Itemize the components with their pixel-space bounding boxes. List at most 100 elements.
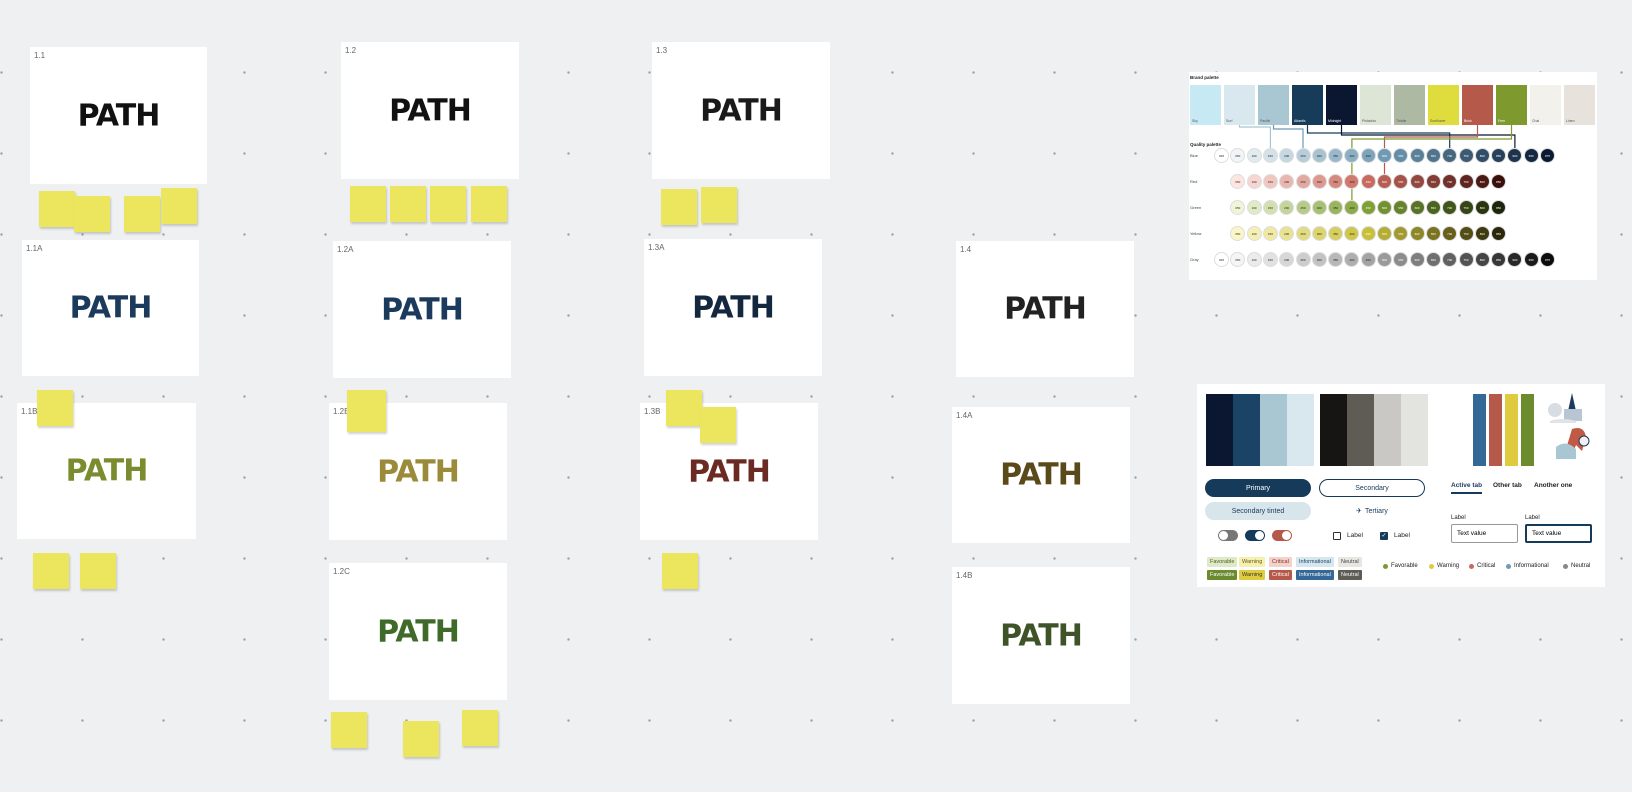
status-tag-neutral: Neutral: [1338, 557, 1362, 567]
color-step-yellow: 100: [1246, 226, 1262, 241]
dot-label: Neutral: [1571, 563, 1591, 569]
design-system-frame[interactable]: Primary Secondary Secondary tinted ✈ Ter…: [1197, 384, 1605, 587]
sticky-note[interactable]: [701, 187, 737, 223]
text-input-focused[interactable]: Text value: [1525, 524, 1592, 543]
frame-1-2[interactable]: 1.2 PATH: [341, 42, 519, 179]
color-step-blue: 025: [1214, 148, 1229, 163]
frame-1-4[interactable]: 1.4 PATH: [956, 241, 1134, 377]
color-step-green: 150: [1262, 200, 1278, 215]
path-logo: PATH: [700, 93, 783, 128]
color-step-gray: 350: [1328, 252, 1344, 267]
frame-1-3[interactable]: 1.3 PATH: [652, 42, 830, 179]
quality-row-label: Gray: [1190, 257, 1199, 262]
tab-another[interactable]: Another one: [1534, 482, 1572, 489]
input-label: Label: [1525, 515, 1540, 521]
path-logo: PATH: [688, 454, 771, 489]
accent-swatch: [1473, 394, 1486, 466]
frame-1-3a[interactable]: 1.3A PATH: [644, 239, 822, 376]
color-step-yellow: 150: [1262, 226, 1278, 241]
frame-1-4b[interactable]: 1.4B PATH: [952, 567, 1130, 704]
frame-1-1[interactable]: 1.1 PATH: [30, 47, 207, 184]
frame-label: 1.3: [656, 46, 668, 55]
sticky-note[interactable]: [662, 553, 698, 589]
color-step-blue: 800: [1474, 148, 1490, 163]
toggle-off[interactable]: [1218, 530, 1238, 541]
ui-swatch: [1320, 394, 1347, 466]
sticky-note[interactable]: [33, 553, 69, 589]
color-step-green: 600: [1409, 200, 1425, 215]
ui-swatch: [1206, 394, 1233, 466]
status-tag-favorable: Favorable: [1207, 557, 1238, 567]
color-step-yellow: 350: [1328, 226, 1344, 241]
status-dot-favorable: Favorable: [1383, 563, 1418, 569]
accent-swatch: [1521, 394, 1534, 466]
sticky-note[interactable]: [124, 196, 160, 232]
sticky-note[interactable]: [347, 390, 386, 432]
status-tag-critical: Critical: [1269, 557, 1292, 567]
toggle-on-blue[interactable]: [1245, 530, 1265, 541]
ui-swatch: [1233, 394, 1260, 466]
color-step-blue: 600: [1409, 148, 1425, 163]
color-step-blue: 950: [1523, 148, 1539, 163]
path-logo: PATH: [1000, 618, 1083, 653]
frame-1-1a[interactable]: 1.1A PATH: [22, 240, 199, 376]
sticky-note[interactable]: [80, 553, 116, 589]
sticky-note[interactable]: [430, 186, 466, 222]
sticky-note[interactable]: [403, 721, 439, 757]
status-tag-informational: Informational: [1296, 570, 1334, 580]
status-tag-critical: Critical: [1269, 570, 1292, 580]
primary-button[interactable]: Primary: [1205, 479, 1311, 497]
color-step-gray: 025: [1214, 252, 1229, 267]
sticky-note[interactable]: [666, 390, 702, 426]
checkbox-unchecked[interactable]: [1333, 532, 1341, 540]
color-step-gray: 650: [1425, 252, 1441, 267]
color-step-green: 650: [1425, 200, 1441, 215]
sticky-note[interactable]: [350, 186, 386, 222]
sticky-note[interactable]: [390, 186, 426, 222]
sticky-note[interactable]: [331, 712, 367, 748]
sticky-note[interactable]: [462, 710, 498, 746]
frame-1-2c[interactable]: 1.2C PATH: [329, 563, 507, 700]
sticky-note[interactable]: [161, 188, 197, 224]
color-step-yellow: 750: [1458, 226, 1474, 241]
airplane-icon: ✈: [1356, 508, 1362, 515]
color-step-gray: 500: [1377, 252, 1392, 267]
color-step-yellow: 800: [1474, 226, 1490, 241]
status-dot-neutral: Neutral: [1563, 563, 1590, 569]
text-input[interactable]: Text value: [1451, 524, 1518, 543]
sticky-note[interactable]: [74, 196, 110, 232]
dot-icon: [1383, 563, 1388, 569]
palette-frame[interactable]: Brand palette Sky Surf Pacific Atlantic Midn…: [1189, 72, 1597, 280]
status-tag-warning: Warning: [1239, 570, 1266, 580]
ui-swatch: [1287, 394, 1314, 466]
sticky-note[interactable]: [471, 186, 507, 222]
checkbox-checked[interactable]: ✓: [1380, 532, 1388, 540]
quality-row-label: Green: [1190, 205, 1202, 210]
color-step-yellow: 600: [1409, 226, 1425, 241]
toggle-on-red[interactable]: [1272, 530, 1292, 541]
path-logo: PATH: [1004, 291, 1087, 327]
frame-label: 1.4: [960, 245, 972, 254]
path-logo: PATH: [377, 614, 460, 649]
connector-line: [1238, 125, 1271, 148]
tertiary-button[interactable]: ✈ Tertiary: [1319, 502, 1425, 520]
sticky-note[interactable]: [700, 407, 736, 443]
ui-swatch: [1260, 394, 1287, 466]
color-step-yellow: 650: [1425, 226, 1441, 241]
sticky-note[interactable]: [661, 189, 697, 225]
tab-active[interactable]: Active tab: [1451, 482, 1483, 494]
checkbox-label: Label: [1394, 532, 1410, 539]
color-step-red: 250: [1295, 174, 1311, 189]
frame-label: 1.2: [345, 46, 357, 55]
color-step-green: 250: [1295, 200, 1311, 215]
frame-1-4a[interactable]: 1.4A PATH: [952, 407, 1130, 543]
frame-1-2a[interactable]: 1.2A PATH: [333, 241, 511, 378]
secondary-tinted-button[interactable]: Secondary tinted: [1205, 502, 1311, 520]
color-step-red: 750: [1458, 174, 1474, 189]
color-step-red: 100: [1246, 174, 1262, 189]
secondary-button[interactable]: Secondary: [1319, 479, 1425, 497]
sticky-note[interactable]: [39, 191, 75, 227]
frame-label: 1.3A: [648, 243, 665, 252]
tab-other[interactable]: Other tab: [1493, 482, 1522, 489]
sticky-note[interactable]: [37, 390, 73, 426]
